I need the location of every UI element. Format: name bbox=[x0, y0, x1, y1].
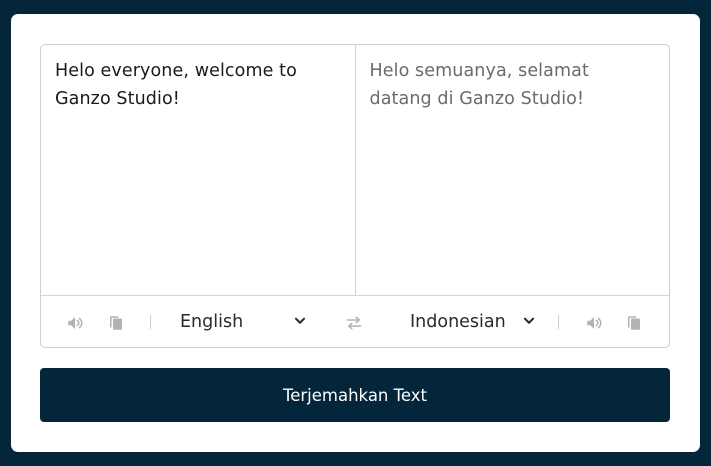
translate-button[interactable]: Terjemahkan Text bbox=[40, 368, 670, 422]
source-copy-icon[interactable] bbox=[107, 314, 125, 332]
chevron-down-icon[interactable] bbox=[293, 314, 307, 328]
source-language-label: English bbox=[180, 312, 244, 332]
text-panes: Helo everyone, welcome to Ganzo Studio! … bbox=[41, 45, 669, 296]
translator-card: Helo everyone, welcome to Ganzo Studio! … bbox=[11, 14, 700, 452]
target-copy-icon[interactable] bbox=[625, 314, 643, 332]
source-speaker-icon[interactable] bbox=[66, 314, 84, 332]
target-language-label: Indonesian bbox=[410, 312, 506, 332]
source-language-select[interactable]: English bbox=[180, 309, 243, 335]
chevron-down-icon[interactable] bbox=[522, 314, 536, 328]
divider bbox=[150, 315, 151, 329]
controls-bar: English Indonesian bbox=[41, 297, 669, 347]
swap-icon[interactable] bbox=[344, 314, 364, 332]
divider bbox=[558, 315, 559, 329]
translator-box: Helo everyone, welcome to Ganzo Studio! … bbox=[40, 44, 670, 348]
source-text-area[interactable]: Helo everyone, welcome to Ganzo Studio! bbox=[41, 45, 356, 295]
translated-text-area[interactable]: Helo semuanya, selamat datang di Ganzo S… bbox=[356, 45, 670, 295]
target-speaker-icon[interactable] bbox=[585, 314, 603, 332]
target-language-select[interactable]: Indonesian bbox=[410, 309, 506, 335]
